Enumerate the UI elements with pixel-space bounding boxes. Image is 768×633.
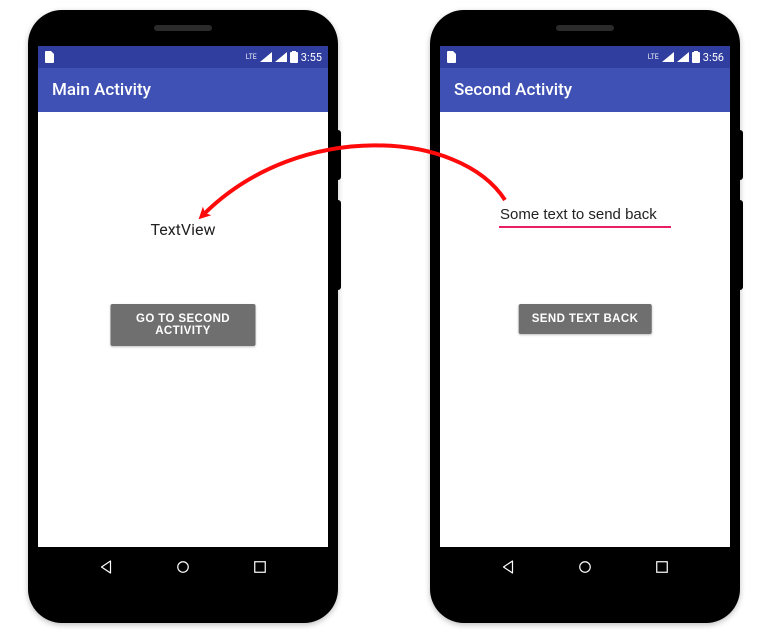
app-bar: Main Activity [38, 68, 328, 112]
status-time: 3:55 [301, 51, 322, 64]
status-bar: LTE 3:55 [38, 46, 328, 68]
app-bar: Second Activity [440, 68, 730, 112]
status-bar: LTE 3:56 [440, 46, 730, 68]
status-left [44, 51, 54, 63]
signal-icon [662, 52, 674, 62]
phone-earpiece [154, 25, 212, 31]
status-left [446, 51, 456, 63]
status-right: LTE 3:56 [648, 51, 724, 64]
sim-card-icon [44, 51, 54, 63]
phone-frame-main: LTE 3:55 Main Activity TextView GO TO SE… [28, 10, 338, 623]
phone-volume-button [740, 200, 743, 290]
android-nav-bar [440, 547, 730, 587]
signal-icon [677, 52, 689, 62]
sim-card-icon [446, 51, 456, 63]
text-view: TextView [38, 220, 328, 239]
nav-recent-icon[interactable] [251, 558, 269, 576]
activity-content: TextView GO TO SECOND ACTIVITY [38, 112, 328, 547]
battery-icon [290, 51, 298, 63]
status-time: 3:56 [703, 51, 724, 64]
lte-label: LTE [246, 53, 257, 61]
signal-icon [260, 52, 272, 62]
nav-home-icon[interactable] [174, 558, 192, 576]
android-nav-bar [38, 547, 328, 587]
phone-screen-second: LTE 3:56 Second Activity SEND T [440, 46, 730, 587]
phone-earpiece [556, 25, 614, 31]
phone-power-button [338, 130, 341, 180]
battery-icon [692, 51, 700, 63]
send-text-back-button[interactable]: SEND TEXT BACK [519, 304, 652, 334]
signal-icon [275, 52, 287, 62]
app-bar-title: Main Activity [52, 80, 151, 100]
nav-recent-icon[interactable] [653, 558, 671, 576]
nav-home-icon[interactable] [576, 558, 594, 576]
phone-screen-main: LTE 3:55 Main Activity TextView GO TO SE… [38, 46, 328, 587]
activity-content: SEND TEXT BACK [440, 112, 730, 547]
app-bar-title: Second Activity [454, 80, 572, 100]
phone-volume-button [338, 200, 341, 290]
status-right: LTE 3:55 [246, 51, 322, 64]
go-to-second-activity-button[interactable]: GO TO SECOND ACTIVITY [111, 304, 256, 346]
lte-label: LTE [648, 53, 659, 61]
phone-power-button [740, 130, 743, 180]
edit-text-input[interactable] [499, 204, 671, 228]
nav-back-icon[interactable] [499, 558, 517, 576]
nav-back-icon[interactable] [97, 558, 115, 576]
edit-text-wrap [440, 204, 730, 228]
phone-frame-second: LTE 3:56 Second Activity SEND T [430, 10, 740, 623]
